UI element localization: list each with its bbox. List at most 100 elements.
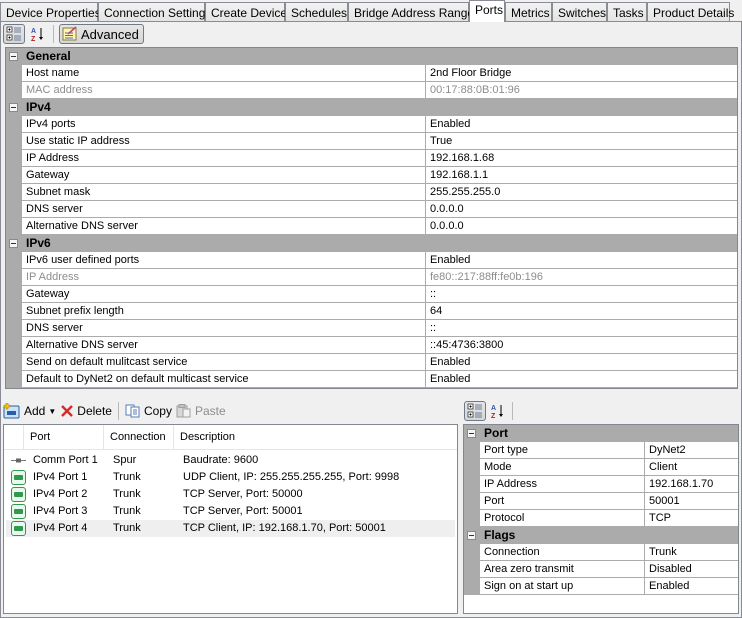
property-value[interactable]: 0.0.0.0 bbox=[426, 201, 737, 218]
categorized-view-button[interactable] bbox=[3, 24, 25, 44]
ports-toolbar: Add ▼ Delete Copy Paste bbox=[3, 401, 226, 421]
tab-bridge-address-ranges[interactable]: Bridge Address Ranges bbox=[348, 2, 480, 22]
property-value[interactable]: 64 bbox=[426, 303, 737, 320]
property-value[interactable]: :: bbox=[426, 320, 737, 337]
dropdown-arrow-icon[interactable]: ▼ bbox=[48, 407, 56, 416]
tab-device-properties[interactable]: Device Properties bbox=[0, 2, 101, 22]
add-port-button[interactable]: Add ▼ bbox=[3, 403, 56, 419]
ports-list[interactable]: Port Connection Description Comm Port 1 S… bbox=[3, 424, 458, 614]
tab-product-details[interactable]: Product Details bbox=[647, 2, 734, 22]
property-name: IP Address bbox=[480, 476, 645, 493]
alphabetical-sort-button[interactable]: A Z bbox=[28, 24, 48, 44]
icon-column-header[interactable] bbox=[4, 425, 24, 450]
property-row[interactable]: IPv6 user defined ports Enabled bbox=[6, 252, 737, 269]
property-value[interactable]: 192.168.1.1 bbox=[426, 167, 737, 184]
property-value[interactable]: 0.0.0.0 bbox=[426, 218, 737, 235]
property-row[interactable]: Port 50001 bbox=[464, 493, 738, 510]
property-value[interactable]: Client bbox=[645, 459, 738, 476]
tab-connection-settings[interactable]: Connection Settings bbox=[98, 2, 211, 22]
port-list-row[interactable]: IPv4 Port 4 Trunk TCP Client, IP: 192.168.… bbox=[6, 520, 455, 537]
port-list-row[interactable]: IPv4 Port 2 Trunk TCP Server, Port: 50000 bbox=[6, 486, 455, 503]
delete-port-button[interactable]: Delete bbox=[60, 404, 112, 418]
collapse-icon[interactable] bbox=[9, 239, 18, 248]
collapse-icon[interactable] bbox=[9, 103, 18, 112]
paste-port-button[interactable]: Paste bbox=[176, 404, 226, 418]
row-gutter bbox=[6, 167, 22, 184]
property-row[interactable]: IP Address 192.168.1.70 bbox=[464, 476, 738, 493]
property-row[interactable]: Send on default mulitcast service Enabled bbox=[6, 354, 737, 371]
property-row[interactable]: Default to DyNet2 on default multicast s… bbox=[6, 371, 737, 388]
property-row[interactable]: MAC address 00:17:88:0B:01:96 bbox=[6, 82, 737, 99]
tab-label: Connection Settings bbox=[104, 6, 212, 20]
category-flags[interactable]: Flags bbox=[464, 527, 738, 544]
tab-schedules[interactable]: Schedules bbox=[285, 2, 348, 22]
category-general[interactable]: General bbox=[6, 48, 737, 65]
property-row[interactable]: Use static IP address True bbox=[6, 133, 737, 150]
property-value[interactable]: DyNet2 bbox=[645, 442, 738, 459]
property-row[interactable]: Alternative DNS server 0.0.0.0 bbox=[6, 218, 737, 235]
column-header-description[interactable]: Description bbox=[174, 425, 457, 450]
property-row[interactable]: Connection Trunk bbox=[464, 544, 738, 561]
property-value[interactable]: :: bbox=[426, 286, 737, 303]
property-value[interactable]: Disabled bbox=[645, 561, 738, 578]
port-list-row[interactable]: IPv4 Port 1 Trunk UDP Client, IP: 255.255.… bbox=[6, 469, 455, 486]
copy-port-button[interactable]: Copy bbox=[125, 404, 172, 418]
property-row[interactable]: Area zero transmit Disabled bbox=[464, 561, 738, 578]
category-port[interactable]: Port bbox=[464, 425, 738, 442]
port-list-row[interactable]: Comm Port 1 Spur Baudrate: 9600 bbox=[6, 452, 455, 469]
port-alphabetical-sort-button[interactable]: A Z bbox=[488, 401, 508, 421]
property-row[interactable]: IP Address fe80::217:88ff:fe0b:196 bbox=[6, 269, 737, 286]
property-row[interactable]: Alternative DNS server::45:4736:3800 bbox=[6, 337, 737, 354]
property-row[interactable]: Port type DyNet2 bbox=[464, 442, 738, 459]
category-gutter bbox=[6, 48, 22, 65]
tab-tasks[interactable]: Tasks bbox=[607, 2, 647, 22]
tab-metrics[interactable]: Metrics bbox=[505, 2, 552, 22]
row-gutter bbox=[464, 578, 480, 595]
property-value[interactable]: TCP bbox=[645, 510, 738, 527]
tab-ports[interactable]: Ports bbox=[469, 0, 505, 22]
property-value[interactable]: Enabled bbox=[426, 371, 737, 388]
property-value[interactable]: 192.168.1.68 bbox=[426, 150, 737, 167]
tab-create-device[interactable]: Create Device bbox=[205, 2, 287, 22]
property-value[interactable]: Enabled bbox=[426, 116, 737, 133]
collapse-icon[interactable] bbox=[467, 429, 476, 438]
property-value[interactable]: 2nd Floor Bridge bbox=[426, 65, 737, 82]
collapse-icon[interactable] bbox=[467, 531, 476, 540]
property-row[interactable]: Host name 2nd Floor Bridge bbox=[6, 65, 737, 82]
tab-label: Metrics bbox=[511, 6, 550, 20]
property-row[interactable]: Mode Client bbox=[464, 459, 738, 476]
device-property-grid[interactable]: General Host name 2nd Floor Bridge MAC addr… bbox=[5, 47, 738, 389]
property-row[interactable]: DNS server:: bbox=[6, 320, 737, 337]
column-header-connection[interactable]: Connection bbox=[104, 425, 174, 450]
property-row[interactable]: Subnet prefix length 64 bbox=[6, 303, 737, 320]
collapse-icon[interactable] bbox=[9, 52, 18, 61]
port-categorized-view-button[interactable] bbox=[464, 401, 486, 421]
advanced-button[interactable]: Advanced bbox=[59, 24, 144, 44]
property-row[interactable]: Sign on at start up Enabled bbox=[464, 578, 738, 595]
property-row[interactable]: Gateway:: bbox=[6, 286, 737, 303]
property-row[interactable]: Protocol TCP bbox=[464, 510, 738, 527]
property-row[interactable]: DNS server 0.0.0.0 bbox=[6, 201, 737, 218]
category-label: Flags bbox=[484, 528, 516, 542]
property-value[interactable]: True bbox=[426, 133, 737, 150]
property-row[interactable]: Gateway 192.168.1.1 bbox=[6, 167, 737, 184]
category-ipv6[interactable]: IPv6 bbox=[6, 235, 737, 252]
property-value[interactable]: 192.168.1.70 bbox=[645, 476, 738, 493]
port-property-grid[interactable]: Port Port type DyNet2 Mode Client IP Address 1… bbox=[463, 424, 739, 614]
property-value[interactable]: 50001 bbox=[645, 493, 738, 510]
property-value[interactable]: Enabled bbox=[426, 252, 737, 269]
copy-icon bbox=[125, 404, 140, 418]
category-ipv4[interactable]: IPv4 bbox=[6, 99, 737, 116]
property-value[interactable]: ::45:4736:3800 bbox=[426, 337, 737, 354]
delete-label: Delete bbox=[77, 404, 112, 418]
property-value[interactable]: Trunk bbox=[645, 544, 738, 561]
port-list-row[interactable]: IPv4 Port 3 Trunk TCP Server, Port: 50001 bbox=[6, 503, 455, 520]
property-row[interactable]: Subnet mask 255.255.255.0 bbox=[6, 184, 737, 201]
property-value[interactable]: Enabled bbox=[426, 354, 737, 371]
tab-switches[interactable]: Switches bbox=[552, 2, 607, 22]
property-row[interactable]: IP Address 192.168.1.68 bbox=[6, 150, 737, 167]
property-row[interactable]: IPv4 ports Enabled bbox=[6, 116, 737, 133]
property-value[interactable]: 255.255.255.0 bbox=[426, 184, 737, 201]
property-value[interactable]: Enabled bbox=[645, 578, 738, 595]
column-header-port[interactable]: Port bbox=[24, 425, 104, 450]
